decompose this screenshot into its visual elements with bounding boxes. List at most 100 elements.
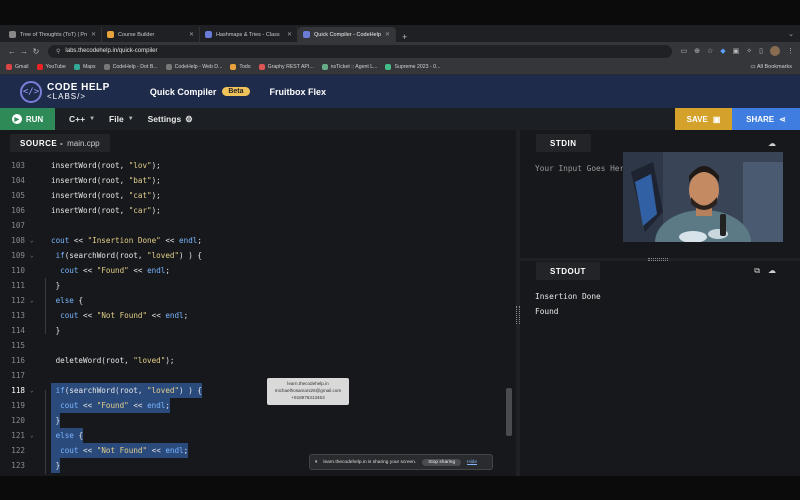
site-icon	[165, 64, 172, 70]
bookmark-item[interactable]: Gmail	[6, 64, 29, 70]
line-number: 105	[11, 191, 25, 200]
browser-tab-active[interactable]: Quick Compiler - CodeHelp L ✕	[298, 27, 396, 42]
cast-icon[interactable]: ▭	[680, 47, 687, 55]
bookmark-star-icon[interactable]: ☆	[707, 47, 713, 55]
chevron-down-icon: ▼	[127, 116, 134, 122]
code-line[interactable]: 110 cout << "Found" << endl;	[0, 263, 516, 278]
url-bar[interactable]: ⚲ labs.thecodehelp.in/quick-compiler	[48, 44, 673, 58]
fold-chevron-icon[interactable]: ⌄	[30, 233, 34, 248]
browser-tab[interactable]: Course Builder ✕	[102, 27, 200, 42]
site-info-icon[interactable]: ⚲	[56, 48, 60, 55]
favicon-icon	[303, 31, 310, 38]
user-watermark: learn.thecodehelp.in michaelhosamani26@g…	[267, 378, 349, 405]
save-button[interactable]: SAVE ▣	[675, 108, 732, 130]
close-icon[interactable]: ✕	[189, 31, 194, 38]
letterbox-top	[0, 0, 800, 25]
nav-quick-compiler[interactable]: Quick Compiler	[150, 87, 217, 97]
code-line[interactable]: 109 ⌄ if(searchWord(root, "loved") ) {	[0, 248, 516, 263]
side-panel-icon[interactable]: ▯	[759, 47, 763, 55]
upload-cloud-icon[interactable]: ☁	[768, 139, 776, 148]
close-icon[interactable]: ✕	[385, 31, 390, 38]
code-line[interactable]: 119 cout << "Found" << endl;	[0, 398, 516, 413]
language-select[interactable]: C++ ▼	[69, 114, 95, 124]
browser-tab-label: Hashmaps & Tries - Class	[216, 31, 280, 38]
stop-sharing-button[interactable]: Stop sharing	[422, 458, 462, 466]
code-line[interactable]: 112 ⌄ else {	[0, 293, 516, 308]
editor-scrollbar[interactable]	[506, 388, 512, 436]
drag-handle-icon[interactable]	[648, 258, 668, 261]
code-line[interactable]: 107	[0, 218, 516, 233]
menu-kebab-icon[interactable]: ⋮	[787, 47, 794, 55]
profile-avatar[interactable]	[770, 46, 780, 56]
stdout-line: Insertion Done	[535, 292, 601, 301]
bookmark-item[interactable]: Graphy REST API...	[258, 64, 314, 70]
file-menu[interactable]: File ▼	[109, 114, 134, 124]
code-line[interactable]: 115	[0, 338, 516, 353]
code-line[interactable]: 103 insertWord(root, "lov");	[0, 158, 516, 173]
bookmark-item[interactable]: Todo	[230, 64, 251, 70]
fold-chevron-icon[interactable]: ⌄	[30, 293, 34, 308]
code-line[interactable]: 116 deleteWord(root, "loved");	[0, 353, 516, 368]
code-lines[interactable]: 103 insertWord(root, "lov"); 104 insertWord…	[0, 158, 516, 473]
code-line[interactable]: 108 ⌄ cout << "Insertion Done" << endl;	[0, 233, 516, 248]
bookmark-item[interactable]: CodeHelp - Dot B...	[103, 64, 158, 70]
youtube-icon	[36, 64, 43, 70]
code-line[interactable]: 118 ⌄ if(searchWord(root, "loved") ) {	[0, 383, 516, 398]
extension-icon[interactable]: ▣	[733, 47, 740, 55]
settings-button[interactable]: Settings ⚙	[148, 114, 193, 125]
extensions-puzzle-icon[interactable]: ✧	[746, 47, 752, 55]
zoom-icon[interactable]: ⊕	[694, 47, 700, 55]
close-icon[interactable]: ✕	[287, 31, 292, 38]
back-icon[interactable]: ←	[6, 47, 18, 56]
bookmarks-bar: Gmail YouTube Maps CodeHelp - Dot B... C…	[0, 60, 800, 75]
nav-fruitbox-flex[interactable]: Fruitbox Flex	[270, 87, 327, 97]
close-icon[interactable]: ✕	[91, 31, 96, 38]
fold-chevron-icon[interactable]: ⌄	[30, 383, 34, 398]
site-icon	[103, 64, 110, 70]
code-line[interactable]: 113 cout << "Not Found" << endl;	[0, 308, 516, 323]
download-cloud-icon[interactable]: ☁	[768, 266, 776, 276]
line-number: 121	[11, 431, 25, 440]
copy-icon[interactable]: ⧉	[754, 266, 760, 276]
line-number: 115	[11, 341, 25, 350]
bookmark-item[interactable]: YouTube	[36, 64, 66, 70]
forward-icon[interactable]: →	[18, 47, 30, 56]
fold-chevron-icon[interactable]: ⌄	[30, 248, 34, 263]
code-text: deleteWord(root, "loved");	[51, 356, 175, 365]
code-line[interactable]: 114 }	[0, 323, 516, 338]
reload-icon[interactable]: ↻	[30, 47, 42, 56]
bookmark-item[interactable]: nsTicket :: Agent L...	[321, 64, 377, 70]
code-line[interactable]: 105 insertWord(root, "cat");	[0, 188, 516, 203]
new-tab-button[interactable]: +	[396, 32, 413, 42]
bookmark-item[interactable]: Supreme 2023 - 0...	[385, 64, 440, 70]
codehelp-logo[interactable]: </> CODE HELP <LABS/>	[20, 80, 110, 103]
all-bookmarks[interactable]: ▭ All Bookmarks	[750, 64, 800, 70]
code-text: if(searchWord(root, "loved") ) {	[55, 251, 202, 260]
browser-actions: ▭ ⊕ ☆ ◆ ▣ ✧ ▯ ⋮	[680, 46, 794, 56]
stdin-input[interactable]: Your Input Goes Here	[535, 164, 629, 173]
code-line[interactable]: 117	[0, 368, 516, 383]
code-line[interactable]: 106 insertWord(root, "car");	[0, 203, 516, 218]
code-text: }	[51, 326, 61, 335]
pause-icon: ⏸	[315, 460, 318, 465]
watermark-phone: +918976313453	[291, 395, 325, 400]
code-line[interactable]: 120 }	[0, 413, 516, 428]
run-button[interactable]: ▶ RUN	[0, 108, 55, 130]
horizontal-splitter[interactable]	[520, 258, 800, 261]
code-line[interactable]: 111 }	[0, 278, 516, 293]
code-line[interactable]: 104 insertWord(root, "bat");	[0, 173, 516, 188]
browser-tab[interactable]: Tree of Thoughts (ToT) | Prom ✕	[4, 27, 102, 42]
bookmark-item[interactable]: Maps	[73, 64, 96, 70]
line-number: 103	[11, 161, 25, 170]
code-text: }	[51, 281, 61, 290]
bookmark-item[interactable]: CodeHelp - Web D...	[165, 64, 222, 70]
extension-icon[interactable]: ◆	[720, 47, 725, 55]
tab-search-icon[interactable]: ⌄	[788, 30, 800, 38]
code-editor[interactable]: SOURCE - main.cpp 103 insertWord(root, "l…	[0, 130, 516, 476]
share-button[interactable]: SHARE ⋖	[732, 108, 800, 130]
fold-chevron-icon[interactable]: ⌄	[30, 428, 34, 443]
code-text: cout << "Insertion Done" << endl;	[51, 236, 202, 245]
hide-button[interactable]: Hide	[467, 460, 477, 465]
browser-tab[interactable]: Hashmaps & Tries - Class ✕	[200, 27, 298, 42]
code-line[interactable]: 121 ⌄ else {	[0, 428, 516, 443]
